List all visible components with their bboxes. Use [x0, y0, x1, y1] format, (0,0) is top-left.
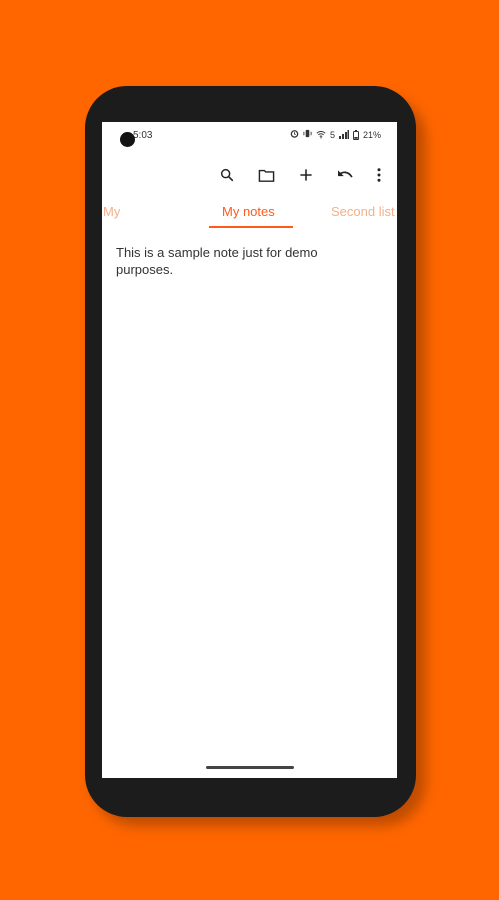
tab-second-list[interactable]: Second list	[331, 204, 395, 219]
add-icon[interactable]	[293, 162, 319, 188]
note-text[interactable]: This is a sample note just for demo purp…	[116, 244, 366, 278]
toolbar	[102, 162, 397, 188]
search-icon[interactable]	[214, 162, 240, 188]
status-bar: 5:03 5 21%	[102, 122, 397, 148]
active-tab-indicator	[209, 226, 293, 228]
front-camera	[120, 132, 135, 147]
battery-percent: 21%	[362, 129, 381, 140]
tab-my-notes[interactable]: My notes	[222, 204, 275, 219]
folder-icon[interactable]	[253, 162, 279, 188]
undo-icon[interactable]	[332, 162, 358, 188]
alarm-icon	[290, 129, 299, 140]
network-label: 5	[329, 129, 335, 140]
more-vert-icon[interactable]	[366, 162, 392, 188]
phone-screen: 5:03 5 21% My My notes Second list This …	[102, 122, 397, 778]
status-time: 5:03	[133, 130, 153, 141]
vibrate-icon	[303, 129, 312, 140]
battery-icon	[352, 129, 359, 140]
wifi-icon	[316, 130, 326, 139]
home-indicator[interactable]	[206, 766, 294, 769]
signal-icon	[338, 130, 349, 139]
tab-my[interactable]: My	[103, 204, 120, 219]
status-icons: 5 21%	[290, 129, 381, 140]
